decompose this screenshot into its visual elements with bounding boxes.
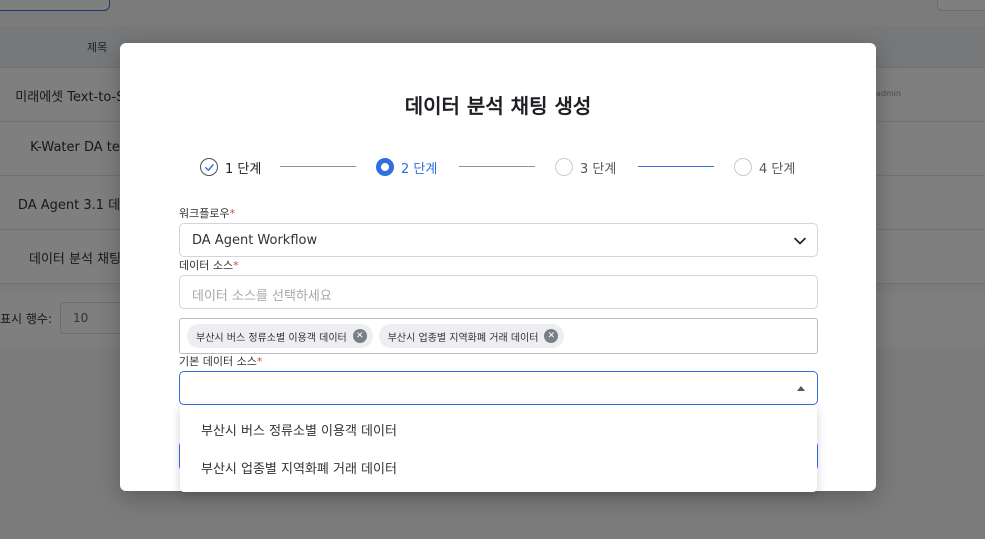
data-source-chip[interactable]: 부산시 버스 정류소별 이용객 데이터 ✕ — [187, 324, 373, 348]
step-2[interactable]: 2 단계 — [376, 157, 437, 177]
workflow-label-text: 워크플로우 — [179, 207, 230, 220]
data-source-select[interactable]: 데이터 소스를 선택하세요 — [179, 275, 818, 309]
check-icon — [200, 158, 218, 176]
required-mark: * — [256, 355, 263, 368]
data-source-label-text: 데이터 소스 — [179, 259, 234, 272]
default-data-source-select[interactable] — [179, 371, 818, 405]
step-1-label: 1 단계 — [225, 161, 262, 177]
data-source-chip[interactable]: 부산시 업종별 지역화폐 거래 데이터 ✕ — [378, 324, 565, 348]
workflow-label: 워크플로우* — [179, 205, 235, 221]
remove-chip-icon[interactable]: ✕ — [352, 329, 367, 343]
step-4[interactable]: 4 단계 — [734, 157, 795, 177]
caret-up-icon — [797, 386, 805, 391]
required-mark: * — [233, 259, 239, 272]
step-2-label: 2 단계 — [401, 161, 438, 177]
modal-title: 데이터 분석 채팅 생성 — [404, 94, 592, 118]
pending-step-icon — [734, 158, 752, 176]
default-data-source-dropdown: 부산시 버스 정류소별 이용객 데이터 부산시 업종별 지역화폐 거래 데이터 — [180, 405, 817, 492]
chip-label: 부산시 버스 정류소별 이용객 데이터 — [196, 332, 347, 344]
required-mark: * — [229, 207, 236, 220]
step-4-label: 4 단계 — [759, 161, 796, 177]
data-source-placeholder: 데이터 소스를 선택하세요 — [192, 289, 332, 304]
workflow-select[interactable]: DA Agent Workflow — [179, 223, 818, 257]
step-3[interactable]: 3 단계 — [555, 157, 616, 177]
pending-step-icon — [555, 158, 573, 176]
step-connector — [459, 166, 535, 167]
workflow-value: DA Agent Workflow — [192, 233, 318, 248]
chevron-down-icon — [794, 237, 806, 245]
chip-label: 부산시 업종별 지역화폐 거래 데이터 — [387, 332, 539, 344]
data-source-label: 데이터 소스* — [179, 257, 239, 273]
step-1[interactable]: 1 단계 — [200, 157, 261, 177]
selected-data-sources[interactable]: 부산시 버스 정류소별 이용객 데이터 ✕ 부산시 업종별 지역화폐 거래 데이… — [179, 318, 818, 354]
step-connector — [280, 166, 356, 167]
active-step-icon — [376, 158, 394, 176]
dropdown-option[interactable]: 부산시 버스 정류소별 이용객 데이터 — [180, 410, 817, 448]
dropdown-option[interactable]: 부산시 업종별 지역화폐 거래 데이터 — [180, 448, 817, 486]
step-3-label: 3 단계 — [580, 161, 617, 177]
default-data-source-label: 기본 데이터 소스* — [179, 353, 262, 369]
default-data-source-label-text: 기본 데이터 소스 — [179, 355, 257, 368]
step-connector — [638, 166, 714, 167]
stepper: 1 단계 2 단계 3 단계 4 단계 — [200, 157, 800, 177]
remove-chip-icon[interactable]: ✕ — [544, 329, 559, 343]
